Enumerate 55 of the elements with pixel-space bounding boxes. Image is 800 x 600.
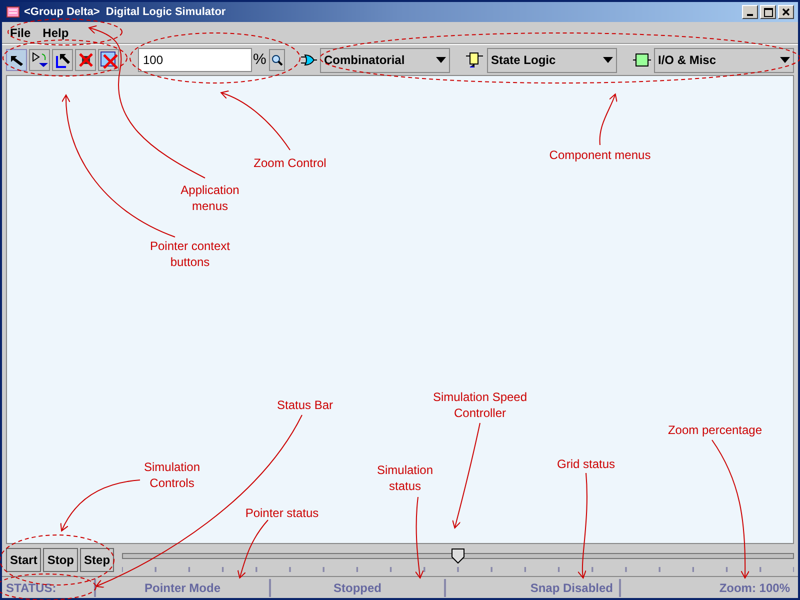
menu-item[interactable]: Help — [38, 24, 73, 42]
component-dropdown[interactable]: Combinatorial — [320, 48, 450, 72]
io-block-icon — [633, 53, 651, 67]
status-text: Snap Disabled — [444, 578, 619, 596]
component-dropdown[interactable]: State Logic — [487, 48, 617, 72]
delete-icon — [78, 52, 94, 68]
annotation-label: Application menus — [180, 182, 240, 214]
simulation-button[interactable]: Stop — [43, 548, 78, 572]
annotation-label: Zoom percentage — [666, 422, 764, 438]
minimize-button[interactable] — [742, 5, 758, 19]
move-arrow-icon — [54, 51, 72, 69]
window-title: <Group Delta> Digital Logic Simulator — [24, 4, 226, 20]
close-icon — [782, 8, 790, 16]
annotation-label: Simulation Controls — [142, 459, 202, 491]
gate-arrow-icon — [30, 51, 48, 69]
pointer-tool-button[interactable] — [75, 49, 96, 71]
annotation-label: Pointer status — [244, 505, 320, 521]
dropdown-caret-icon — [436, 57, 446, 63]
annotation-label: Grid status — [556, 456, 616, 472]
dropdown-caret-icon — [603, 57, 613, 63]
app-icon — [6, 5, 20, 19]
annotation-label: Zoom Control — [252, 155, 328, 171]
arrow-icon — [8, 53, 24, 67]
annotation-label: Component menus — [548, 147, 652, 163]
simulation-button[interactable]: Start — [6, 548, 42, 572]
annotation-label: Simulation Speed Controller — [432, 389, 528, 421]
menu-item[interactable]: File — [6, 24, 35, 42]
status-text: STATUS: — [6, 580, 56, 594]
pointer-tool-button[interactable] — [6, 49, 27, 71]
logic-gate-icon — [301, 54, 317, 66]
pointer-tool-button[interactable] — [52, 49, 73, 71]
status-text: Zoom: 100% — [619, 578, 798, 596]
percent-sign: % — [253, 50, 266, 70]
pointer-tool-button[interactable] — [29, 49, 50, 71]
status-text: Pointer Mode — [94, 578, 269, 596]
annotation-label: Pointer context buttons — [148, 238, 232, 270]
component-dropdown[interactable]: I/O & Misc — [654, 48, 794, 72]
maximize-icon — [764, 8, 772, 16]
status-text: Stopped — [269, 578, 444, 596]
flip-flop-icon — [466, 51, 484, 69]
annotation-arrow — [599, 94, 618, 146]
annotation-label: Simulation status — [376, 462, 434, 494]
dropdown-caret-icon — [780, 57, 790, 63]
pointer-tool-button[interactable] — [98, 49, 119, 71]
close-button[interactable] — [778, 5, 794, 19]
speed-slider[interactable] — [122, 546, 794, 574]
simulation-button[interactable]: Step — [80, 548, 114, 572]
zoom-button[interactable] — [269, 49, 285, 71]
annotation-arrow — [220, 90, 290, 150]
clear-icon — [100, 51, 118, 69]
magnifier-icon — [271, 54, 284, 66]
annotation-label: Status Bar — [276, 397, 334, 413]
zoom-field[interactable]: 100 — [138, 48, 252, 72]
maximize-button[interactable] — [760, 5, 776, 19]
slider-thumb[interactable] — [451, 548, 466, 564]
